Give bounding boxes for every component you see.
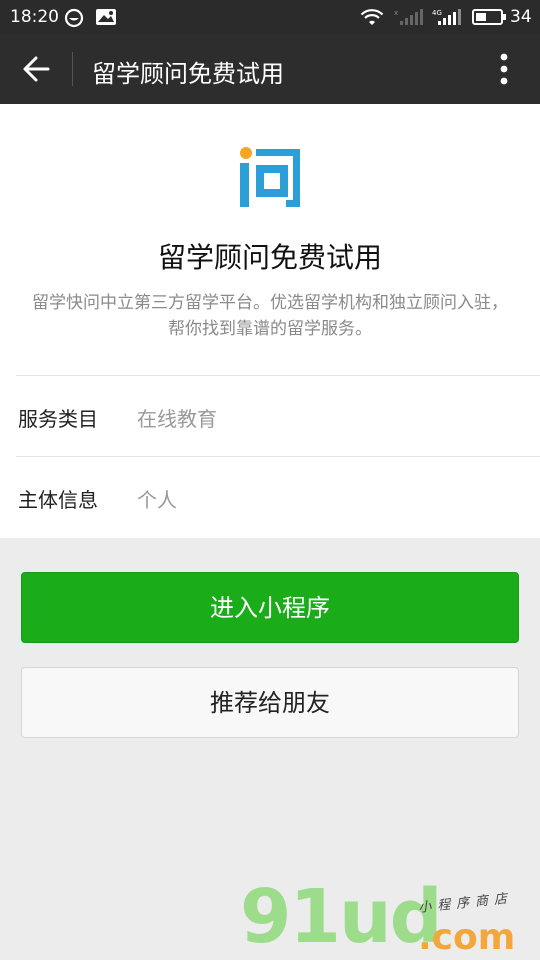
battery-icon — [472, 9, 506, 25]
battery-level: 34 — [510, 7, 532, 27]
divider — [16, 456, 540, 457]
status-time: 18:20 — [10, 7, 59, 27]
signal-icon: x — [394, 9, 423, 25]
page-title: 留学顾问免费试用 — [92, 60, 284, 88]
enter-mini-program-button[interactable]: 进入小程序 — [21, 572, 519, 643]
watermark-domain: .com — [418, 917, 516, 958]
watermark-brand: 91ud — [240, 874, 443, 960]
svg-text:4G: 4G — [432, 9, 442, 17]
message-circle-icon — [64, 8, 84, 28]
mini-program-logo-icon — [240, 147, 300, 207]
service-category-label: 服务类目 — [18, 407, 98, 431]
svg-text:x: x — [394, 9, 398, 17]
entity-info-label: 主体信息 — [18, 488, 98, 512]
mini-program-profile-card: 留学顾问免费试用 留学快问中立第三方留学平台。优选留学机构和独立顾问入驻，帮你找… — [0, 104, 540, 538]
4g-signal-icon: 4G — [432, 9, 461, 25]
recommend-to-friend-button[interactable]: 推荐给朋友 — [21, 667, 519, 738]
wifi-icon — [360, 9, 384, 25]
divider — [16, 375, 540, 376]
service-category-value: 在线教育 — [137, 407, 217, 431]
app-bar: 留学顾问免费试用 — [0, 34, 540, 104]
mini-program-description: 留学快问中立第三方留学平台。优选留学机构和独立顾问入驻，帮你找到靠谱的留学服务。 — [32, 293, 508, 339]
image-notification-icon — [96, 9, 116, 25]
back-arrow-icon[interactable] — [20, 54, 54, 84]
mini-program-name: 留学顾问免费试用 — [157, 241, 382, 274]
more-vertical-icon[interactable] — [492, 50, 516, 88]
entity-info-value: 个人 — [137, 488, 177, 512]
app-bar-divider — [72, 52, 73, 86]
watermark-subtitle: 小程序商店 — [417, 891, 514, 916]
status-bar: 18:20 x 4G 34 — [0, 0, 540, 34]
